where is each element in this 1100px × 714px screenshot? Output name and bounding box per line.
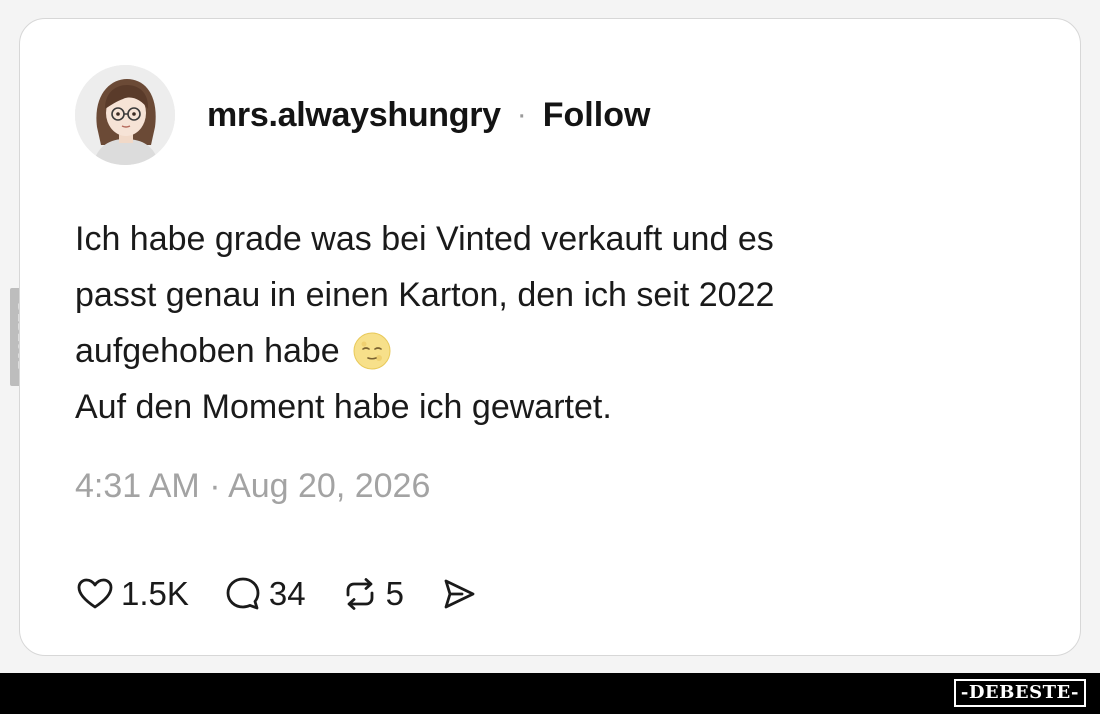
heart-icon (77, 578, 113, 609)
post-text-line-3: aufgehoben habe (75, 332, 340, 370)
repost-count: 5 (385, 575, 404, 612)
post-header: mrs.alwayshungry · Follow (75, 65, 650, 165)
post-text-line: aufgehoben habe (75, 323, 975, 379)
post-text-line-4: Auf den Moment habe ich gewartet. (75, 388, 612, 426)
comment-count: 34 (268, 575, 306, 612)
comment-button[interactable]: 34 (223, 574, 306, 614)
post-text-line: Ich habe grade was bei Vinted verkauft u… (75, 211, 975, 267)
post-text-line-2: passt genau in einen Karton, den ich sei… (75, 276, 775, 314)
post-text-line: passt genau in einen Karton, den ich sei… (75, 267, 975, 323)
like-count: 1.5K (121, 575, 189, 612)
post-card: mrs.alwayshungry · Follow Ich habe grade… (19, 18, 1081, 656)
avatar-illustration (75, 65, 175, 165)
repost-icon (346, 578, 374, 610)
brand-logo: -DEBESTE- (953, 679, 1086, 707)
page: DEBESTE (0, 0, 1100, 714)
avatar[interactable] (75, 65, 175, 165)
share-icon (444, 579, 475, 609)
share-button[interactable] (438, 574, 478, 614)
footer-bar: -DEBESTE- (0, 673, 1100, 714)
post-text-line-1: Ich habe grade was bei Vinted verkauft u… (75, 220, 774, 258)
post-text-line: Auf den Moment habe ich gewartet. (75, 379, 975, 435)
username-link[interactable]: mrs.alwayshungry (207, 96, 501, 135)
follow-button[interactable]: Follow (543, 96, 651, 135)
post-text: Ich habe grade was bei Vinted verkauft u… (75, 211, 975, 435)
repost-button[interactable]: 5 (340, 574, 404, 614)
post-actions: 1.5K 34 5 (75, 574, 512, 614)
header-separator: · (516, 98, 527, 131)
comment-icon (226, 577, 260, 610)
like-button[interactable]: 1.5K (75, 574, 189, 614)
moon-face-icon (352, 331, 392, 371)
post-timestamp: 4:31 AM · Aug 20, 2026 (75, 467, 431, 505)
